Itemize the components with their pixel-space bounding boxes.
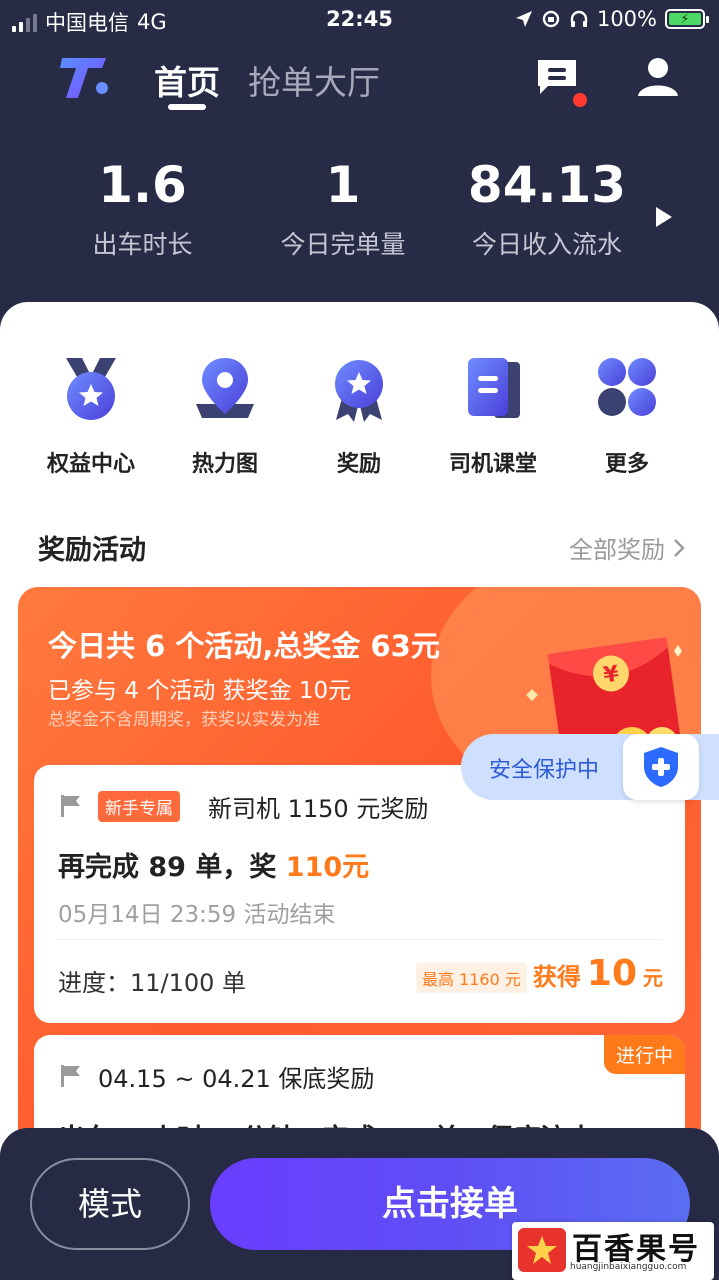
watermark-url: huangjinbaixiangguo.com: [570, 1262, 687, 1272]
task-main-amount: 110元: [285, 852, 370, 883]
gain-value: 10: [586, 953, 637, 994]
quick-item-more[interactable]: 更多: [562, 354, 692, 478]
app-logo: [60, 58, 108, 98]
play-arrow-icon[interactable]: [654, 205, 674, 229]
quick-item-class[interactable]: 司机课堂: [428, 354, 558, 478]
battery-percent: 100%: [596, 7, 657, 31]
stat-value: 1: [325, 156, 361, 214]
stat-orders-today: 1 今日完单量: [268, 155, 418, 261]
status-badge: 进行中: [603, 1035, 685, 1074]
quick-item-benefits[interactable]: 权益中心: [26, 354, 156, 478]
quick-item-label: 权益中心: [46, 452, 135, 477]
all-rewards-link[interactable]: 全部奖励: [569, 530, 685, 565]
headphones-icon: [570, 10, 588, 27]
task-title: 新司机 1150 元奖励: [208, 795, 429, 823]
rotation-lock-icon: [542, 10, 560, 28]
new-driver-tag: 新手专属: [98, 791, 180, 822]
notification-dot: [573, 93, 587, 107]
task-reward: 最高 1160 元 获得 10 元: [415, 953, 663, 994]
location-arrow-icon: [515, 11, 532, 27]
user-icon[interactable]: [636, 54, 680, 98]
shield-plus-icon: [644, 747, 678, 787]
stat-label: 今日收入流水: [471, 230, 622, 259]
divider: [58, 939, 661, 940]
rewards-section-title: 奖励活动: [38, 535, 146, 566]
quick-item-label: 奖励: [336, 452, 381, 477]
watermark: 百香果号 huangjinbaixiangguo.com: [512, 1222, 714, 1280]
header: 中国电信 4G 22:45 100% ⚡ 首页 抢单大厅 1.6 出车时长 1 …: [0, 0, 719, 330]
flag-icon: [61, 795, 80, 817]
safety-label: 安全保护中: [489, 758, 600, 783]
chevron-right-icon: [674, 538, 685, 557]
quick-item-label: 更多: [604, 452, 649, 477]
promo-subline: 已参与 4 个活动 获奖金 10元: [48, 678, 352, 704]
quick-actions: 权益中心 热力图 奖励 司机课堂 更多: [0, 354, 719, 477]
max-reward-tag: 最高 1160 元: [415, 963, 527, 993]
stat-label: 今日完单量: [280, 230, 406, 259]
quick-item-label: 热力图: [191, 452, 258, 477]
stats-row[interactable]: 1.6 出车时长 1 今日完单量 84.13 今日收入流水: [0, 155, 719, 265]
watermark-logo-icon: [518, 1228, 566, 1272]
stat-value: 1.6: [98, 156, 187, 214]
award-badge-icon: [335, 360, 383, 422]
top-nav: 首页 抢单大厅: [0, 48, 719, 110]
flag-icon: [61, 1065, 80, 1087]
safety-protection-pill[interactable]: 安全保护中: [461, 734, 719, 800]
task-card-new-driver[interactable]: 新手专属 新司机 1150 元奖励 再完成 89 单，奖 110元 05月14日…: [34, 765, 685, 1023]
quick-item-heatmap[interactable]: 热力图: [160, 354, 290, 478]
task-main: 再完成 89 单，奖 110元: [58, 845, 369, 884]
gain-unit: 元: [643, 966, 663, 990]
message-icon[interactable]: [534, 56, 580, 98]
battery-icon: ⚡: [665, 9, 709, 29]
stat-income-today: 84.13 今日收入流水: [462, 155, 632, 261]
medal-icon: [66, 358, 116, 420]
status-right: 100% ⚡: [515, 7, 709, 31]
stat-value: 84.13: [467, 156, 627, 214]
quick-item-rewards[interactable]: 奖励: [294, 354, 424, 478]
grid-more-icon: [598, 358, 656, 416]
quick-item-label: 司机课堂: [448, 452, 537, 477]
promo-headline: 今日共 6 个活动,总奖金 63元: [48, 629, 440, 663]
stat-driving-hours: 1.6 出车时长: [70, 155, 215, 261]
safety-badge: [623, 734, 699, 800]
task-main-text: 再完成 89 单，奖: [58, 852, 286, 883]
task-title: 04.15 ~ 04.21 保底奖励: [98, 1065, 375, 1093]
task-progress: 进度：11/100 单: [58, 969, 247, 997]
mode-button[interactable]: 模式: [30, 1158, 190, 1250]
promo-note: 总奖金不含周期奖，获奖以实发为准: [48, 710, 320, 730]
stat-label: 出车时长: [92, 230, 193, 259]
all-rewards-label: 全部奖励: [569, 536, 665, 564]
location-pin-icon: [196, 358, 254, 418]
task-end-date: 05月14日 23:59 活动结束: [58, 902, 336, 928]
tab-order-hall[interactable]: 抢单大厅: [248, 56, 380, 104]
gain-label: 获得: [532, 963, 581, 991]
book-icon: [468, 358, 520, 418]
status-bar: 中国电信 4G 22:45 100% ⚡: [0, 0, 719, 40]
tab-home[interactable]: 首页: [154, 56, 220, 110]
